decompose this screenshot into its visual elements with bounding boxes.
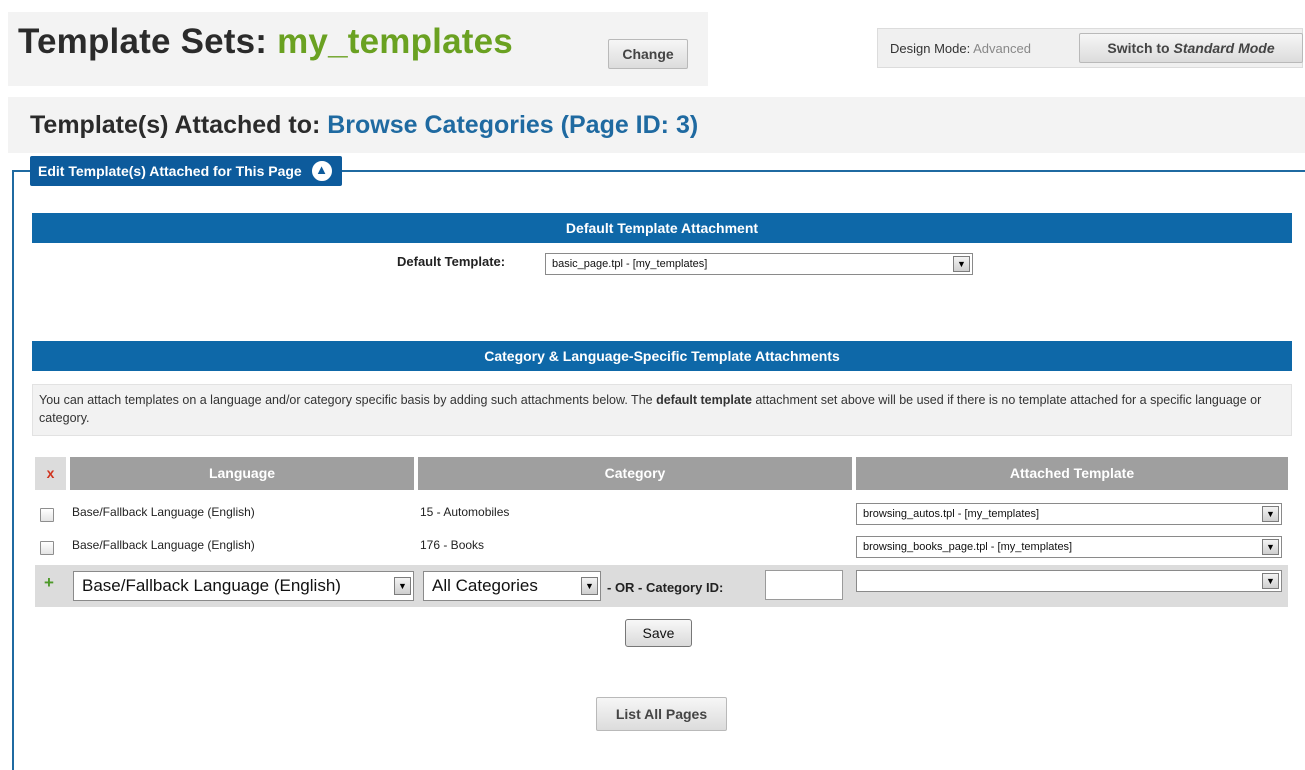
page-subtitle: Template(s) Attached to: Browse Categori…: [30, 111, 698, 140]
dropdown-arrow-icon: ▼: [1262, 506, 1279, 522]
page-subtitle-bar: Template(s) Attached to: Browse Categori…: [8, 97, 1305, 153]
notice-bold: default template: [656, 393, 752, 407]
attached-prefix: Template(s) Attached to:: [30, 111, 321, 139]
specific-section-heading: Category & Language-Specific Template At…: [32, 341, 1292, 371]
row-template-value: browsing_books_page.tpl - [my_templates]: [863, 541, 1073, 553]
row-template-select[interactable]: browsing_autos.tpl - [my_templates] ▼: [856, 503, 1282, 525]
dropdown-arrow-icon: ▼: [394, 577, 411, 595]
dropdown-arrow-icon: ▼: [1262, 539, 1279, 555]
page-name-link[interactable]: Browse Categories (Page ID: 3): [327, 111, 698, 139]
row-language: Base/Fallback Language (English): [72, 505, 255, 519]
page-title: Template Sets: my_templates: [18, 22, 513, 62]
row-delete-checkbox[interactable]: [40, 508, 54, 522]
column-header-category: Category: [418, 457, 852, 490]
column-header-template: Attached Template: [856, 457, 1288, 490]
dropdown-arrow-icon: ▼: [581, 577, 598, 595]
dropdown-arrow-icon: ▼: [953, 256, 970, 272]
switch-mode-name: Standard Mode: [1173, 40, 1275, 56]
column-header-language: Language: [70, 457, 414, 490]
row-delete-checkbox[interactable]: [40, 541, 54, 555]
category-id-input[interactable]: [765, 570, 843, 600]
default-template-select[interactable]: basic_page.tpl - [my_templates] ▼: [545, 253, 973, 275]
design-mode-caption: Design Mode:: [890, 41, 971, 56]
change-button[interactable]: Change: [608, 39, 688, 69]
category-id-label: - OR - Category ID:: [607, 580, 724, 595]
new-language-select[interactable]: Base/Fallback Language (English) ▼: [73, 571, 414, 601]
design-mode-value: Advanced: [973, 41, 1031, 56]
save-button[interactable]: Save: [625, 619, 692, 647]
row-language: Base/Fallback Language (English): [72, 538, 255, 552]
notice-text-1: You can attach templates on a language a…: [39, 393, 657, 407]
list-all-pages-button[interactable]: List All Pages: [596, 697, 727, 731]
default-template-value: basic_page.tpl - [my_templates]: [552, 258, 708, 270]
delete-column-header: x: [35, 457, 66, 490]
new-language-value: Base/Fallback Language (English): [82, 576, 341, 595]
collapse-up-icon[interactable]: ▲: [309, 159, 334, 184]
dropdown-arrow-icon: ▼: [1262, 573, 1279, 589]
switch-mode-button[interactable]: Switch to Standard Mode: [1079, 33, 1303, 63]
add-plus-icon: +: [44, 573, 54, 592]
fieldset-legend[interactable]: Edit Template(s) Attached for This Page …: [30, 156, 342, 186]
row-category: 176 - Books: [420, 538, 485, 552]
design-mode-label: Design Mode: Advanced: [890, 41, 1031, 56]
template-set-name: my_templates: [277, 22, 513, 61]
row-template-value: browsing_autos.tpl - [my_templates]: [863, 508, 1040, 520]
new-category-select[interactable]: All Categories ▼: [423, 571, 601, 601]
default-template-label: Default Template:: [397, 254, 506, 269]
design-mode-panel: Design Mode: Advanced Switch to Standard…: [877, 28, 1303, 68]
new-category-value: All Categories: [432, 576, 538, 595]
switch-prefix: Switch to: [1107, 40, 1174, 56]
attachment-notice: You can attach templates on a language a…: [32, 384, 1292, 436]
row-category: 15 - Automobiles: [420, 505, 510, 519]
new-template-select[interactable]: ▼: [856, 570, 1282, 592]
default-template-row: Default Template: basic_page.tpl - [my_t…: [32, 243, 1292, 275]
legend-label: Edit Template(s) Attached for This Page: [38, 163, 302, 179]
default-section-heading: Default Template Attachment: [32, 213, 1292, 243]
title-prefix: Template Sets:: [18, 22, 268, 61]
row-template-select[interactable]: browsing_books_page.tpl - [my_templates]…: [856, 536, 1282, 558]
